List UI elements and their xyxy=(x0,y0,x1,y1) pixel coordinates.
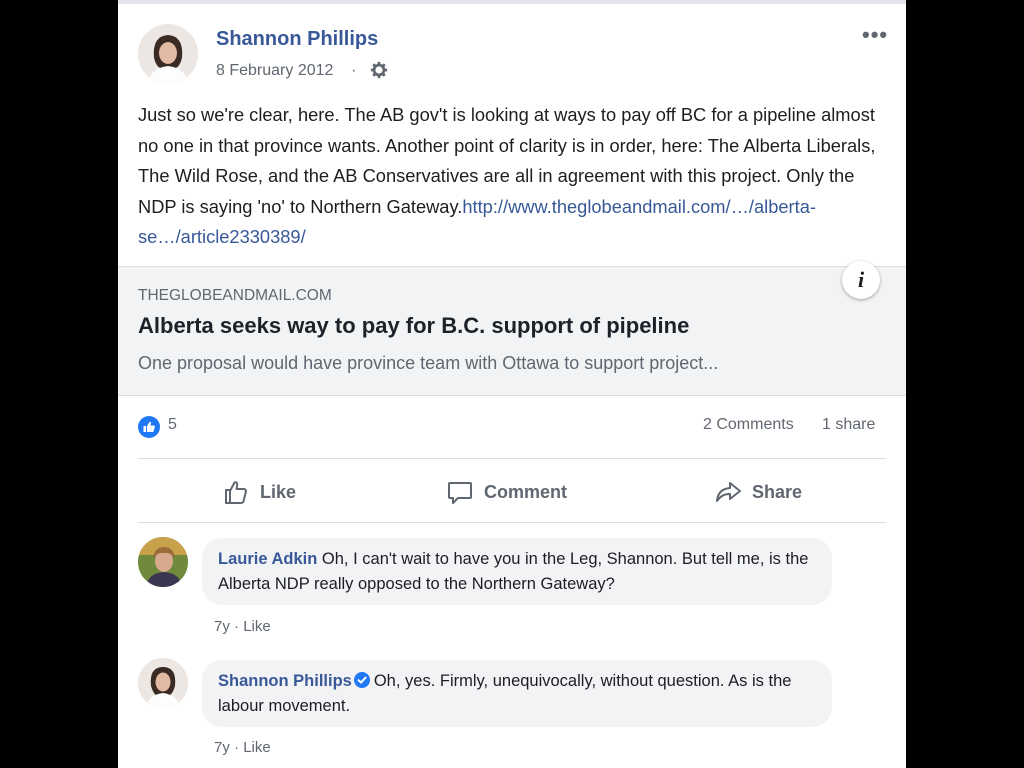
comment-like-link[interactable]: Like xyxy=(243,618,271,635)
comment-author[interactable]: Shannon Phillips xyxy=(218,672,352,690)
post-author-avatar[interactable] xyxy=(138,24,198,84)
comment-meta-separator: · xyxy=(234,618,240,635)
comment-author[interactable]: Laurie Adkin xyxy=(218,550,317,568)
share-button[interactable]: Share xyxy=(714,476,802,508)
post-author-name[interactable]: Shannon Phillips xyxy=(216,28,378,51)
like-reaction-icon[interactable] xyxy=(138,416,160,438)
comment-age[interactable]: 7y xyxy=(214,618,230,635)
comment-like-link[interactable]: Like xyxy=(243,739,271,756)
comment-meta: 7y · Like xyxy=(214,739,271,756)
share-arrow-icon xyxy=(716,482,741,502)
actions-divider xyxy=(138,522,886,523)
link-preview-title[interactable]: Alberta seeks way to pay for B.C. suppor… xyxy=(138,313,689,339)
commenter-avatar[interactable] xyxy=(138,537,188,587)
like-button-label: Like xyxy=(260,481,297,502)
info-icon[interactable]: i xyxy=(842,261,880,299)
verified-badge-icon xyxy=(353,672,370,688)
shares-count[interactable]: 1 share xyxy=(822,416,875,434)
stats-divider xyxy=(138,458,886,459)
card-top-border xyxy=(118,0,906,4)
comment-age[interactable]: 7y xyxy=(214,739,230,756)
more-options-icon[interactable]: ••• xyxy=(862,22,888,48)
comment-meta-separator: · xyxy=(234,739,240,756)
comment-bubble: Laurie Adkin Oh, I can't wait to have yo… xyxy=(202,538,832,605)
comment-button[interactable]: Comment xyxy=(446,476,567,508)
comments-count[interactable]: 2 Comments xyxy=(703,416,794,434)
post-body: Just so we're clear, here. The AB gov't … xyxy=(138,100,890,253)
comment-icon xyxy=(448,482,472,504)
post-date[interactable]: 8 February 2012 xyxy=(216,62,333,80)
post-card: Shannon Phillips 8 February 2012 · ••• J… xyxy=(118,0,906,768)
gear-icon[interactable] xyxy=(370,61,388,79)
commenter-avatar[interactable] xyxy=(138,658,188,708)
like-count[interactable]: 5 xyxy=(168,416,177,434)
like-button[interactable]: Like xyxy=(222,476,296,508)
link-preview[interactable]: i THEGLOBEANDMAIL.COM Alberta seeks way … xyxy=(118,261,906,396)
link-preview-domain: THEGLOBEANDMAIL.COM xyxy=(138,287,332,304)
comment-bubble: Shannon Phillips Oh, yes. Firmly, unequi… xyxy=(202,660,832,727)
date-separator: · xyxy=(351,62,357,79)
comment-button-label: Comment xyxy=(484,481,568,502)
thumbs-up-icon xyxy=(225,481,247,504)
link-preview-description: One proposal would have province team wi… xyxy=(138,353,719,373)
comment-meta: 7y · Like xyxy=(214,618,271,635)
share-button-label: Share xyxy=(752,481,803,502)
